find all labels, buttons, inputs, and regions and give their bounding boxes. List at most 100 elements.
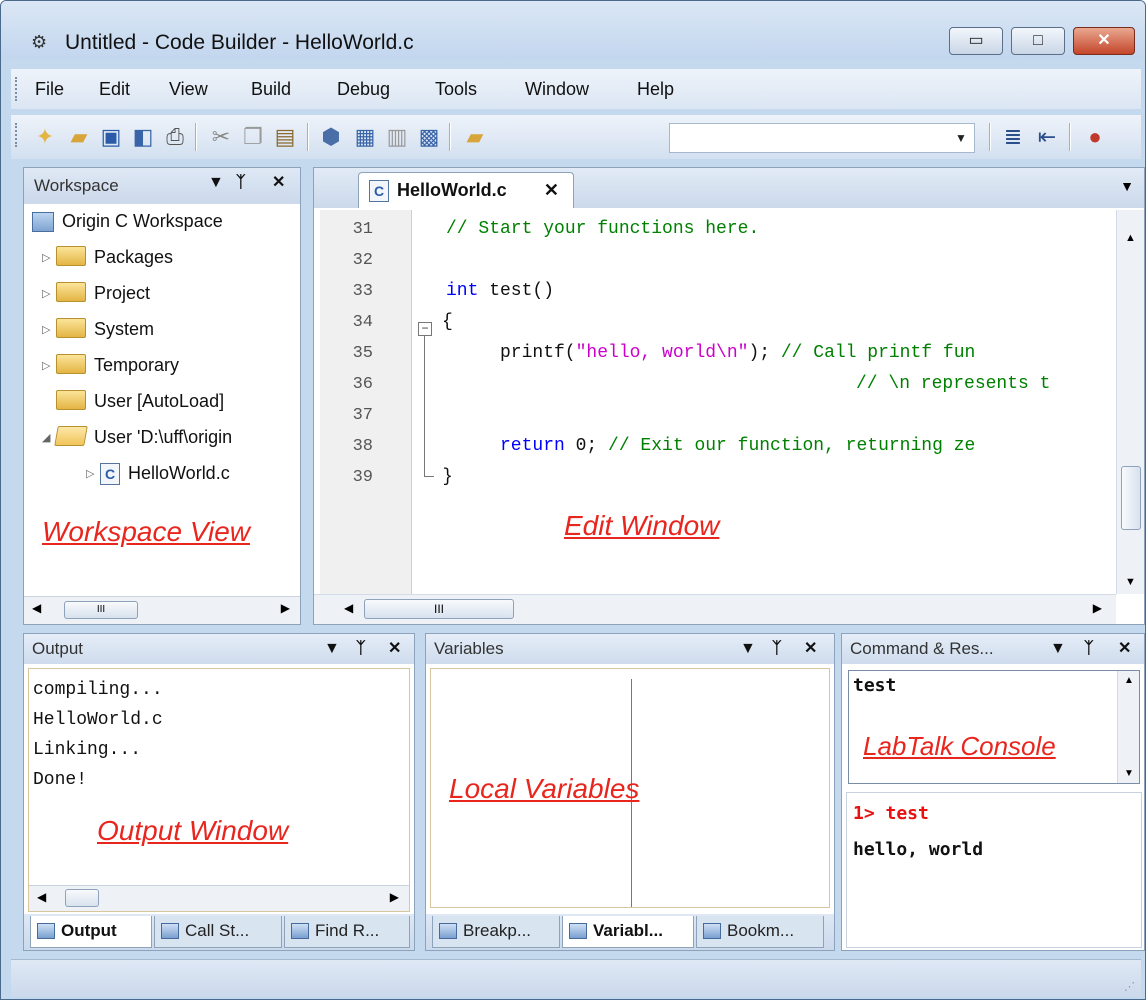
breakpoint-icon[interactable]: ●: [1081, 123, 1109, 151]
menu-build[interactable]: Build: [251, 79, 291, 99]
resize-grip-icon[interactable]: ⋰: [1124, 980, 1135, 993]
close-tab-icon[interactable]: ✕: [544, 173, 559, 207]
code-keyword: return: [500, 436, 565, 456]
scroll-left-icon[interactable]: ◀: [344, 601, 353, 615]
tab-list-dropdown-icon[interactable]: ▼: [1120, 178, 1134, 194]
menu-window[interactable]: Window: [525, 79, 589, 99]
tree-item-helloworld[interactable]: ▷ C HelloWorld.c: [86, 458, 230, 488]
open-folder-icon[interactable]: ▰: [65, 123, 93, 151]
copy-icon[interactable]: ❐: [239, 123, 267, 151]
save-icon[interactable]: ▣: [97, 123, 125, 151]
tree-item-packages[interactable]: ▷ Packages: [42, 242, 173, 272]
close-pane-icon[interactable]: ✕: [1118, 634, 1131, 664]
menu-edit[interactable]: Edit: [99, 79, 130, 99]
scroll-up-icon[interactable]: ▲: [1124, 675, 1134, 686]
tab-breakpoints[interactable]: Breakp...: [432, 916, 560, 948]
pin-icon[interactable]: ᛉ: [1084, 634, 1094, 664]
tab-output[interactable]: Output: [30, 916, 152, 948]
tab-helloworld[interactable]: C HelloWorld.c ✕: [358, 172, 574, 208]
tab-call-stack[interactable]: Call St...: [154, 916, 282, 948]
scroll-left-icon[interactable]: ◀: [32, 601, 41, 615]
folder-icon: [56, 390, 86, 411]
open-workspace-icon[interactable]: ▰: [461, 123, 489, 151]
close-pane-icon[interactable]: ✕: [388, 634, 401, 664]
pane-menu-icon[interactable]: ▼: [740, 634, 756, 664]
toolbar-grip[interactable]: [15, 123, 19, 147]
tab-variables[interactable]: Variabl...: [562, 916, 694, 948]
scroll-right-icon[interactable]: ▶: [390, 890, 399, 904]
expand-arrow-icon[interactable]: ▷: [86, 459, 100, 489]
save-all-icon[interactable]: ◧: [129, 123, 157, 151]
build-all-icon[interactable]: ▩: [415, 123, 443, 151]
fold-margin: −: [412, 210, 438, 594]
scroll-down-icon[interactable]: ▼: [1124, 768, 1134, 779]
menu-tools[interactable]: Tools: [435, 79, 477, 99]
tab-find-results[interactable]: Find R...: [284, 916, 410, 948]
pin-icon[interactable]: ᛉ: [356, 634, 366, 664]
cut-icon[interactable]: ✂: [207, 123, 235, 151]
close-button[interactable]: ✕: [1073, 27, 1135, 55]
pane-menu-icon[interactable]: ▼: [1050, 634, 1066, 664]
rebuild-icon[interactable]: ▥: [383, 123, 411, 151]
code-area[interactable]: // Start your functions here. int test()…: [444, 210, 1104, 594]
expand-arrow-icon[interactable]: ▷: [42, 243, 56, 273]
scroll-down-icon[interactable]: ▼: [1125, 576, 1136, 588]
pin-icon[interactable]: ᛉ: [772, 634, 782, 664]
menu-help[interactable]: Help: [637, 79, 674, 99]
new-file-icon[interactable]: ✦: [31, 123, 59, 151]
scroll-thumb[interactable]: III: [64, 601, 138, 619]
scroll-thumb[interactable]: [65, 889, 99, 907]
tab-label: Breakp...: [463, 921, 532, 940]
indent-icon[interactable]: ≣: [999, 123, 1027, 151]
workspace-horizontal-scrollbar[interactable]: ◀ III ▶: [24, 596, 300, 624]
code-line-38: return 0; // Exit our function, returnin…: [500, 431, 975, 462]
build-icon[interactable]: ▦: [351, 123, 379, 151]
compile-icon[interactable]: ⬢: [317, 123, 345, 151]
paste-icon[interactable]: ▤: [271, 123, 299, 151]
tree-item-system[interactable]: ▷ System: [42, 314, 154, 344]
close-pane-icon[interactable]: ✕: [804, 634, 817, 664]
scroll-thumb[interactable]: III: [364, 599, 514, 619]
editor-vertical-scrollbar[interactable]: ▲ ▼: [1116, 210, 1144, 594]
toolbar-combo[interactable]: ▼: [669, 123, 975, 153]
pane-menu-icon[interactable]: ▼: [324, 634, 340, 664]
scroll-right-icon[interactable]: ▶: [281, 601, 290, 615]
menu-file[interactable]: File: [35, 79, 64, 99]
scroll-left-icon[interactable]: ◀: [37, 890, 46, 904]
menu-debug[interactable]: Debug: [337, 79, 390, 99]
find-results-icon: [291, 923, 309, 939]
collapse-arrow-icon[interactable]: ◢: [42, 423, 56, 453]
tree-item-user-origin[interactable]: ◢ User 'D:\uff\origin: [42, 422, 232, 452]
tree-item-workspace[interactable]: Origin C Workspace: [32, 206, 223, 236]
menubar-grip[interactable]: [15, 77, 19, 101]
scroll-up-icon[interactable]: ▲: [1125, 232, 1136, 244]
menu-view[interactable]: View: [169, 79, 208, 99]
pin-icon[interactable]: ᛉ: [236, 168, 246, 198]
output-text-area[interactable]: compiling... HelloWorld.c Linking... Don…: [28, 668, 410, 912]
collapse-block-icon[interactable]: −: [418, 322, 432, 336]
pane-menu-icon[interactable]: ▼: [208, 168, 224, 198]
command-console[interactable]: 1> test hello, world: [846, 792, 1142, 948]
expand-arrow-icon[interactable]: ▷: [42, 351, 56, 381]
print-icon[interactable]: ⎙: [161, 123, 189, 151]
output-horizontal-scrollbar[interactable]: ◀ ▶: [29, 885, 409, 911]
scroll-right-icon[interactable]: ▶: [1093, 601, 1102, 615]
outdent-icon[interactable]: ⇤: [1033, 123, 1061, 151]
command-history[interactable]: test LabTalk Console ▲ ▼: [848, 670, 1140, 784]
tab-bookmarks[interactable]: Bookm...: [696, 916, 824, 948]
history-scrollbar[interactable]: ▲ ▼: [1117, 671, 1139, 783]
expand-arrow-icon[interactable]: ▷: [42, 279, 56, 309]
tree-item-user-autoload[interactable]: User [AutoLoad]: [42, 386, 224, 416]
maximize-button[interactable]: □: [1011, 27, 1065, 55]
variables-grid[interactable]: Local Variables: [430, 668, 830, 908]
close-pane-icon[interactable]: ✕: [272, 168, 285, 198]
tree-item-label: User 'D:\uff\origin: [94, 427, 233, 447]
variables-icon: [569, 923, 587, 939]
chevron-down-icon[interactable]: ▼: [950, 126, 972, 150]
tree-item-project[interactable]: ▷ Project: [42, 278, 150, 308]
tree-item-temporary[interactable]: ▷ Temporary: [42, 350, 179, 380]
expand-arrow-icon[interactable]: ▷: [42, 315, 56, 345]
minimize-button[interactable]: ▭: [949, 27, 1003, 55]
editor-horizontal-scrollbar[interactable]: ◀ III ▶: [314, 594, 1116, 624]
scroll-thumb[interactable]: [1121, 466, 1141, 530]
